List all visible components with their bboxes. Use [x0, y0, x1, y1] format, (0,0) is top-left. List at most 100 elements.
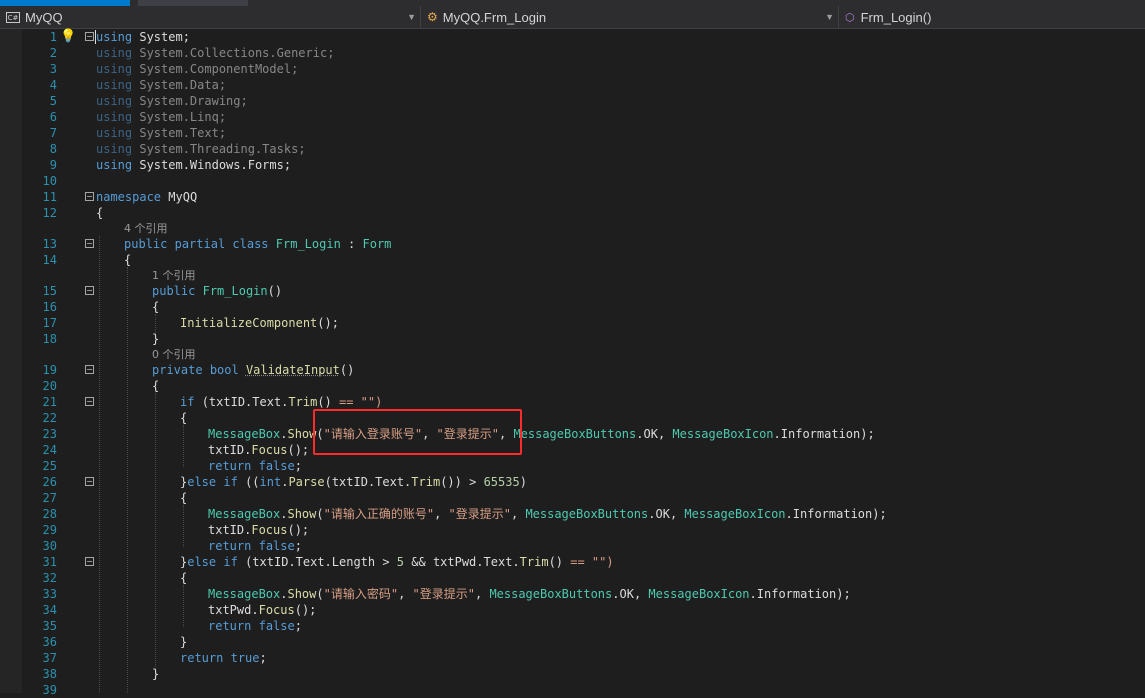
code-line[interactable]: 26 − }else if ((int.Parse(txtID.Text.Tri…: [0, 474, 1145, 490]
code-line[interactable]: 1 💡 − using System;: [0, 29, 1145, 45]
code-line[interactable]: 33 MessageBox.Show("请输入密码", "登录提示", Mess…: [0, 586, 1145, 602]
code-line[interactable]: 4 using System.Data;: [0, 77, 1145, 93]
codelens-references[interactable]: 1 个引用: [152, 269, 196, 283]
collapse-icon[interactable]: −: [85, 397, 94, 406]
line-number: 32: [42, 571, 57, 585]
line-number: 21: [42, 395, 57, 409]
code-text: if (txtID.Text.Trim() == ""): [180, 395, 383, 409]
code-line[interactable]: 30 return false;: [0, 538, 1145, 554]
code-line[interactable]: 9 using System.Windows.Forms;: [0, 157, 1145, 173]
code-text: }: [152, 667, 160, 681]
code-line[interactable]: 3 using System.ComponentModel;: [0, 61, 1145, 77]
code-line[interactable]: 29 txtID.Focus();: [0, 522, 1145, 538]
line-number: 1: [49, 30, 57, 44]
code-line[interactable]: 5 using System.Drawing;: [0, 93, 1145, 109]
code-line[interactable]: 37 return true;: [0, 650, 1145, 666]
code-line[interactable]: 17 InitializeComponent();: [0, 315, 1145, 331]
code-line[interactable]: 31 − }else if (txtID.Text.Length > 5 && …: [0, 554, 1145, 570]
collapse-icon[interactable]: −: [85, 239, 94, 248]
line-number: 5: [49, 94, 57, 108]
code-line[interactable]: 19 − private bool ValidateInput(): [0, 362, 1145, 378]
code-line[interactable]: 20 {: [0, 378, 1145, 394]
line-number: 10: [42, 174, 57, 188]
navigation-bar: C# MyQQ ▼ ⚙ MyQQ.Frm_Login ▼ ⬡ Frm_Login…: [0, 6, 1145, 29]
code-text: {: [152, 300, 160, 314]
lightbulb-icon[interactable]: 💡: [60, 30, 76, 44]
line-number: 3: [49, 62, 57, 76]
code-text: return false;: [208, 459, 302, 473]
code-line[interactable]: 38 }: [0, 666, 1145, 682]
line-number: 37: [42, 651, 57, 665]
code-line[interactable]: 28 MessageBox.Show("请输入正确的账号", "登录提示", M…: [0, 506, 1145, 522]
code-line[interactable]: 39: [0, 682, 1145, 698]
code-line[interactable]: 25 return false;: [0, 458, 1145, 474]
project-dropdown-label: MyQQ: [25, 9, 63, 25]
codelens-references[interactable]: 4 个引用: [124, 222, 168, 236]
collapse-icon[interactable]: −: [85, 192, 94, 201]
code-line[interactable]: 12 {: [0, 205, 1145, 221]
code-text: }else if (txtID.Text.Length > 5 && txtPw…: [180, 555, 614, 569]
line-number: 6: [49, 110, 57, 124]
code-text: using System.Linq;: [96, 110, 227, 124]
code-line[interactable]: 6 using System.Linq;: [0, 109, 1145, 125]
code-line[interactable]: 18 }: [0, 331, 1145, 347]
chevron-down-icon: ▼: [825, 12, 834, 22]
line-number: 2: [49, 46, 57, 60]
code-line[interactable]: 36 }: [0, 634, 1145, 650]
collapse-icon[interactable]: −: [85, 365, 94, 374]
code-text: {: [180, 491, 188, 505]
code-line[interactable]: 24 txtID.Focus();: [0, 442, 1145, 458]
line-number: 22: [42, 411, 57, 425]
code-line[interactable]: 34 txtPwd.Focus();: [0, 602, 1145, 618]
line-number: 14: [42, 253, 57, 267]
code-line[interactable]: 23 MessageBox.Show("请输入登录账号", "登录提示", Me…: [0, 426, 1145, 442]
line-number: 35: [42, 619, 57, 633]
code-line[interactable]: 21 − if (txtID.Text.Trim() == ""): [0, 394, 1145, 410]
code-text: MessageBox.Show("请输入密码", "登录提示", Message…: [208, 587, 851, 601]
code-text: public partial class Frm_Login : Form: [124, 237, 392, 251]
codelens-references[interactable]: 0 个引用: [152, 348, 196, 362]
line-number: 20: [42, 379, 57, 393]
line-number: 36: [42, 635, 57, 649]
code-text: MessageBox.Show("请输入正确的账号", "登录提示", Mess…: [208, 507, 887, 521]
code-line[interactable]: 22 {: [0, 410, 1145, 426]
code-line[interactable]: 7 using System.Text;: [0, 125, 1145, 141]
line-number: 29: [42, 523, 57, 537]
collapse-icon[interactable]: −: [85, 477, 94, 486]
collapse-icon[interactable]: −: [85, 32, 94, 41]
code-line[interactable]: 16 {: [0, 299, 1145, 315]
line-number: 13: [42, 237, 57, 251]
chevron-down-icon: ▼: [407, 12, 416, 22]
code-line[interactable]: 14 {: [0, 252, 1145, 268]
member-dropdown[interactable]: ⬡ Frm_Login(): [839, 6, 1145, 28]
line-number: 39: [42, 683, 57, 697]
collapse-icon[interactable]: −: [85, 557, 94, 566]
code-line[interactable]: 35 return false;: [0, 618, 1145, 634]
code-line[interactable]: 27 {: [0, 490, 1145, 506]
code-editor[interactable]: 1 💡 − using System; 2 using System.Colle…: [0, 29, 1145, 697]
code-line[interactable]: 13 − public partial class Frm_Login : Fo…: [0, 236, 1145, 252]
code-line[interactable]: 32 {: [0, 570, 1145, 586]
code-text: {: [96, 206, 104, 220]
code-line[interactable]: 15 − public Frm_Login(): [0, 283, 1145, 299]
line-number: 24: [42, 443, 57, 457]
collapse-icon[interactable]: −: [85, 286, 94, 295]
code-text: using System.Text;: [96, 126, 227, 140]
class-dropdown[interactable]: ⚙ MyQQ.Frm_Login ▼: [421, 6, 839, 28]
code-text: using System.Collections.Generic;: [96, 46, 335, 60]
line-number: 11: [42, 190, 57, 204]
project-dropdown[interactable]: C# MyQQ ▼: [0, 6, 421, 28]
code-text: {: [180, 411, 188, 425]
line-number: 16: [42, 300, 57, 314]
code-text: txtID.Focus();: [208, 443, 310, 457]
code-text: {: [124, 253, 132, 267]
code-line[interactable]: 11 − namespace MyQQ: [0, 189, 1145, 205]
code-text: using System.Windows.Forms;: [96, 158, 292, 172]
code-line[interactable]: 8 using System.Threading.Tasks;: [0, 141, 1145, 157]
code-line[interactable]: 2 using System.Collections.Generic;: [0, 45, 1145, 61]
code-text: {: [152, 379, 160, 393]
code-text: {: [180, 571, 188, 585]
code-line[interactable]: 10: [0, 173, 1145, 189]
code-text: txtID.Focus();: [208, 523, 310, 537]
code-text: using System.Threading.Tasks;: [96, 142, 306, 156]
